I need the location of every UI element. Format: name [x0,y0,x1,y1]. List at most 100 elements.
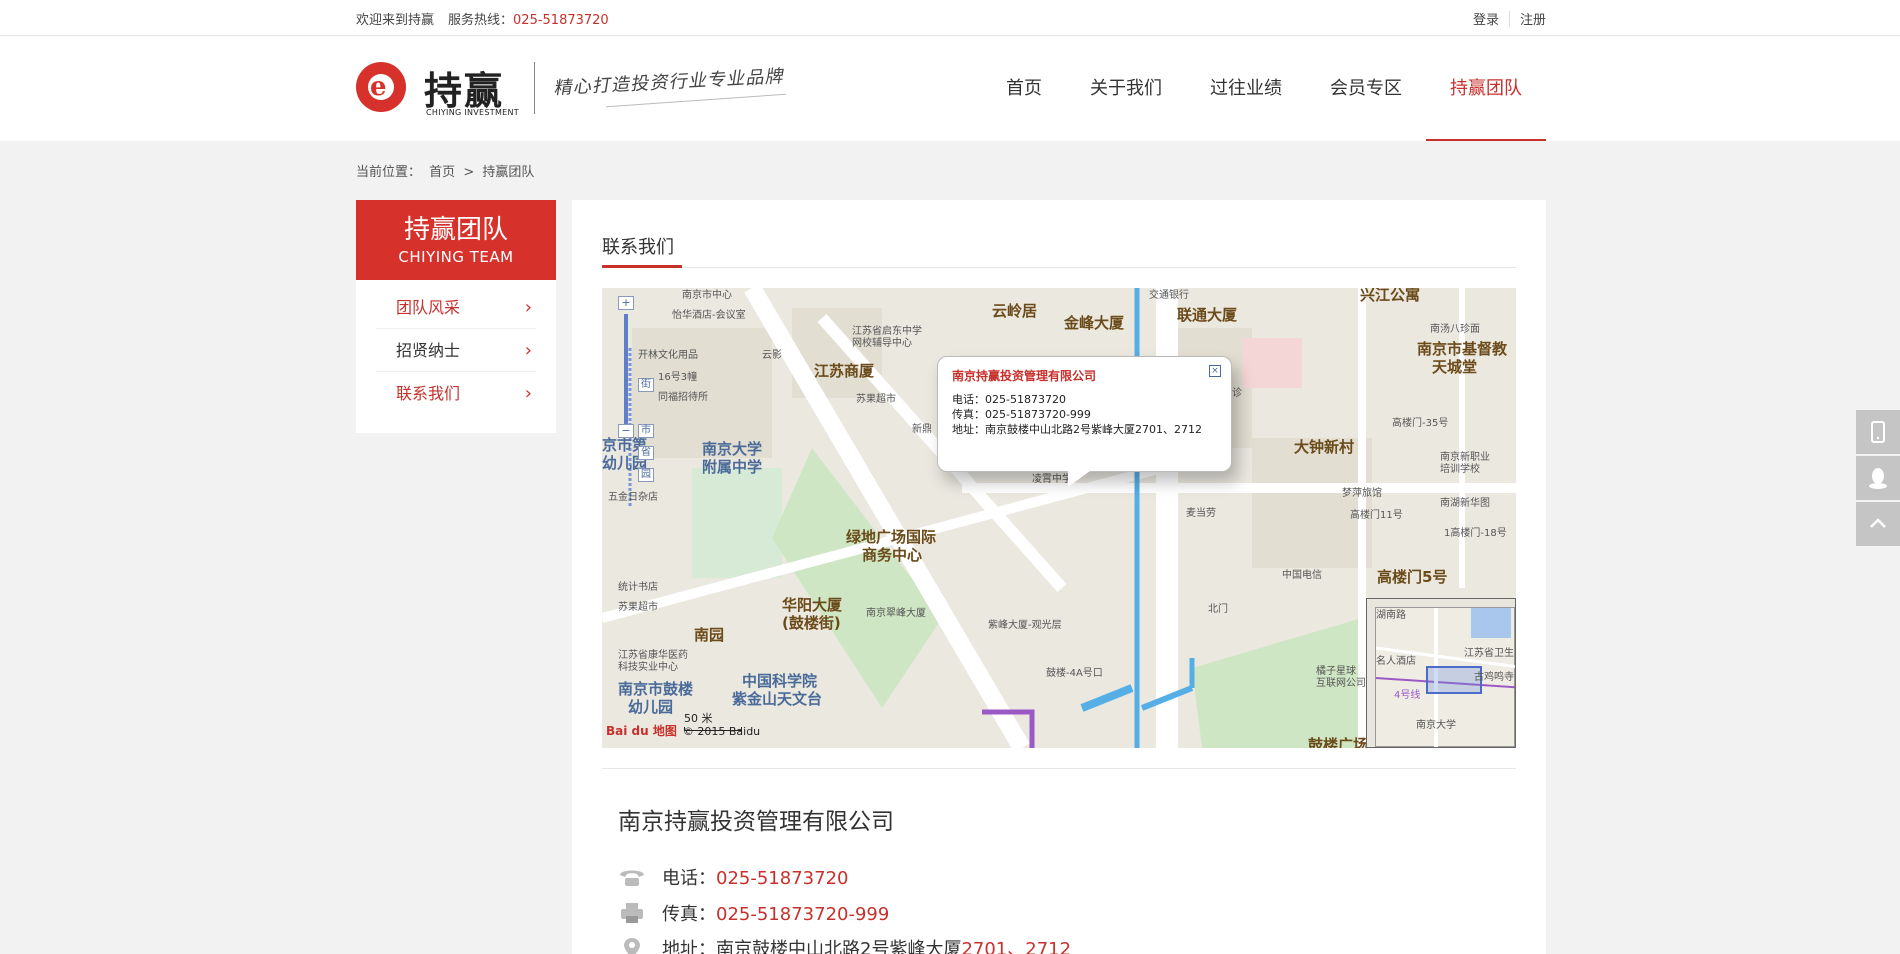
map-label: 南京市中心 [682,290,732,301]
fax-icon [618,903,646,923]
map-overview[interactable]: 湖南路 名人酒店 江苏省卫生 古鸡鸣寺 4号线 南京大学 [1366,598,1516,748]
nav-team[interactable]: 持赢团队 [1426,36,1546,141]
overview-label: 古鸡鸣寺 [1474,672,1514,683]
register-link[interactable]: 注册 [1520,13,1546,28]
map-label: 新鼎 [912,424,932,435]
map-label: 五金日杂店 [608,492,658,503]
map-label: 紫金山天文台 [732,690,823,708]
sidebar: 持赢团队 CHIYING TEAM 团队风采 › 招贤纳士 › 联系我们 › [356,200,556,433]
popup-phone: 电话：025-51873720 [952,393,1066,406]
map-label: 交通银行 [1149,290,1189,301]
fax-label: 传真： [662,904,716,925]
divider [1508,11,1510,27]
popup-address: 地址：南京鼓楼中山北路2号紫峰大厦2701、2712 [952,423,1202,436]
chevron-right-icon: › [524,340,532,361]
map-label: 鼓楼广场 [1308,736,1369,748]
contact-phone: 电话：025-51873720 [618,864,848,890]
breadcrumb-home[interactable]: 首页 [429,165,455,180]
map-label: 云岭居 [992,302,1038,320]
nav-members[interactable]: 会员专区 [1306,36,1426,141]
breadcrumb-separator: > [463,165,475,180]
zoom-out-button[interactable]: − [618,424,634,438]
sidebar-item-recruitment[interactable]: 招贤纳士 › [376,329,536,372]
map-label: 培训学校 [1440,464,1480,475]
sidebar-item-label: 团队风采 [396,298,461,317]
breadcrumb-current[interactable]: 持赢团队 [482,165,534,180]
overview-label: 名人酒店 [1376,656,1416,667]
map-label: 附属中学 [702,458,763,476]
sidebar-header: 持赢团队 CHIYING TEAM [356,200,556,280]
sidebar-item-contact[interactable]: 联系我们 › [376,372,536,415]
back-to-top-icon [1870,518,1886,528]
float-back-to-top-button[interactable] [1856,502,1900,546]
login-link[interactable]: 登录 [1473,13,1499,28]
mobile-icon [1871,421,1885,443]
map-label: 金峰大厦 [1064,314,1125,332]
overview-label: 4号线 [1394,690,1421,701]
map-info-window: × 南京持赢投资管理有限公司 电话：025-51873720 传真：025-51… [937,356,1232,487]
breadcrumb-label: 当前位置： [356,165,422,180]
map-label: 云影 [762,350,782,361]
sidebar-menu: 团队风采 › 招贤纳士 › 联系我们 › [356,280,556,415]
map-label: 互联网公司 [1316,678,1366,689]
map-zoom-control: + − 街 市 省 园 [618,296,654,482]
map-label: 怡华酒店-会议室 [672,310,746,321]
nav-performance[interactable]: 过往业绩 [1186,36,1306,141]
map-copyright: © 2015 Baidu [682,725,761,738]
nav-home[interactable]: 首页 [982,36,1066,141]
map-label: 大钟新村 [1294,438,1355,456]
phone-value: 025-51873720 [716,868,849,889]
overview-label: 江苏省卫生 [1464,648,1514,659]
zoom-level-country[interactable]: 园 [638,468,654,482]
qq-icon [1869,468,1887,489]
site-logo[interactable]: e 持赢 CHIYING INVESTMENT [356,60,556,120]
baidu-brand: Bai du 地图 [606,724,677,738]
sidebar-item-label: 招贤纳士 [396,341,461,360]
popup-title: 南京持赢投资管理有限公司 [952,369,1097,383]
map-label: 麦当劳 [1186,508,1216,519]
map-label: 1高楼门-18号 [1444,528,1507,539]
baidu-logo: Bai du 地图 © 2015 Baidu [606,722,760,739]
main-content: 联系我们 南京市中心 怡华酒店-会议室 江苏省启东中学 网校辅导中心 云岭居 金… [572,200,1546,954]
breadcrumb: 当前位置： 首页 > 持赢团队 [356,161,538,180]
title-underline [602,265,682,268]
zoom-level-province[interactable]: 省 [638,446,654,460]
map-label: 诊 [1232,388,1242,399]
baidu-map[interactable]: 南京市中心 怡华酒店-会议室 江苏省启东中学 网校辅导中心 云岭居 金峰大厦 交… [602,288,1516,748]
content-divider [602,768,1516,769]
sidebar-title: 持赢团队 [403,215,508,245]
hotline-label: 服务热线： [448,13,514,28]
close-icon[interactable]: × [1209,365,1221,377]
map-label: 高楼门-35号 [1392,418,1449,429]
popup-fax: 传真：025-51873720-999 [952,408,1091,421]
contact-fax: 传真：025-51873720-999 [618,900,889,926]
map-label: 江苏商厦 [814,362,875,380]
zoom-level-city[interactable]: 市 [638,424,654,438]
float-qq-button[interactable] [1856,456,1900,500]
sidebar-title-en: CHIYING TEAM [398,248,514,266]
logo-divider [534,62,535,114]
address-label: 地址：南京鼓楼中山北路2号紫峰大厦 [662,939,962,954]
sidebar-item-label: 联系我们 [396,384,461,403]
nav-about[interactable]: 关于我们 [1066,36,1186,141]
float-mobile-button[interactable] [1856,410,1900,454]
main-nav: 首页 关于我们 过往业绩 会员专区 持赢团队 [982,36,1546,141]
sidebar-item-team-style[interactable]: 团队风采 › [376,286,536,329]
zoom-in-button[interactable]: + [618,296,634,310]
map-label: 鼓楼-4A号口 [1046,668,1103,679]
welcome-hotline: 欢迎来到持赢 服务热线：025-51873720 [356,9,609,28]
map-label: (鼓楼街) [782,614,841,632]
map-label: 网校辅导中心 [852,338,912,349]
map-label: 商务中心 [862,546,923,564]
zoom-slider[interactable] [624,314,628,424]
map-label: 南园 [694,626,725,644]
map-label: 高楼门11号 [1350,510,1403,521]
overview-label: 湖南路 [1376,610,1406,621]
chevron-right-icon: › [524,297,532,318]
logo-name: 持赢 [424,68,505,113]
map-label: 北门 [1208,604,1228,615]
map-label: 紫峰大厦-观光层 [988,620,1062,631]
chevron-right-icon: › [524,383,532,404]
map-label: 统计书店 [618,582,658,593]
zoom-level-street[interactable]: 街 [638,378,654,392]
